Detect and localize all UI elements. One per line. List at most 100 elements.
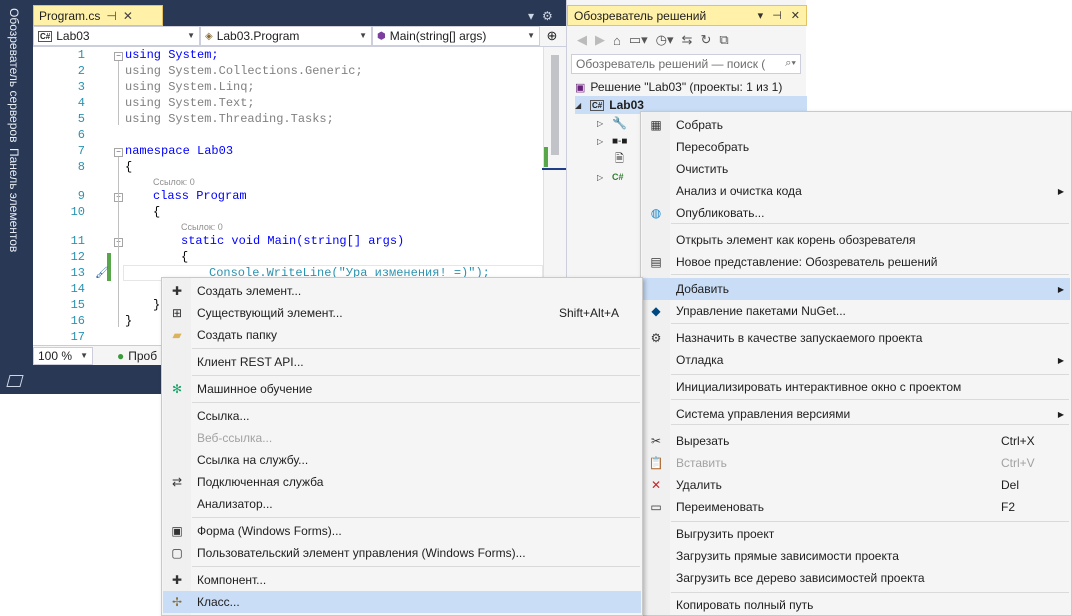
collapsed-triangle-icon[interactable]: ▷ bbox=[597, 137, 607, 146]
project-menu-item[interactable]: Копировать полный путь bbox=[642, 594, 1070, 616]
csharp-project-icon: C# bbox=[590, 99, 605, 111]
add-menu-item[interactable]: Клиент REST API... bbox=[163, 351, 641, 373]
project-menu-item-label: Загрузить все дерево зависимостей проект… bbox=[676, 571, 925, 585]
project-menu-item[interactable]: Инициализировать интерактивное окно с пр… bbox=[642, 376, 1070, 398]
project-menu-item[interactable]: Анализ и очистка кода ▶ bbox=[642, 180, 1070, 202]
forward-icon[interactable]: ▶ bbox=[595, 32, 605, 48]
scroll-thumb[interactable] bbox=[551, 55, 559, 155]
close-icon[interactable]: ✕ bbox=[123, 9, 133, 23]
member-combo[interactable]: ⬢ Main(string[] args) ▼ bbox=[372, 26, 540, 46]
issues-status-text[interactable]: Проб bbox=[128, 349, 157, 363]
project-menu-item[interactable]: ✕ Удалить Del bbox=[642, 474, 1070, 496]
add-menu-item[interactable]: Анализатор... bbox=[163, 493, 641, 515]
class-combo-value: Lab03.Program bbox=[216, 29, 300, 43]
pin-icon[interactable]: ⊣ bbox=[772, 9, 782, 22]
pin-icon[interactable]: ⊣ bbox=[106, 9, 116, 23]
add-menu-item[interactable]: ▣ Форма (Windows Forms)... bbox=[163, 520, 641, 542]
tree-references-node[interactable]: ▷ ■-■ bbox=[597, 132, 627, 150]
delete-icon: ✕ bbox=[650, 478, 662, 492]
project-menu-item[interactable]: Система управления версиями ▶ bbox=[642, 403, 1070, 425]
project-menu-item[interactable]: Загрузить прямые зависимости проекта bbox=[642, 545, 1070, 567]
add-menu-item[interactable]: Ссылка... bbox=[163, 405, 641, 427]
output-window-icon[interactable] bbox=[6, 375, 24, 387]
project-combo-value: Lab03 bbox=[56, 29, 90, 43]
project-menu-item-label: Переименовать bbox=[676, 500, 764, 514]
method-icon: ⬢ bbox=[377, 30, 386, 42]
project-menu-item[interactable]: ✂ Вырезать Ctrl+X bbox=[642, 430, 1070, 452]
history-icon[interactable]: ◷▾ bbox=[656, 32, 674, 48]
codelens-references[interactable]: Ссылок: 0 bbox=[181, 222, 223, 232]
csharp-file-icon: C# bbox=[612, 172, 624, 182]
collapsed-triangle-icon[interactable]: ▷ bbox=[597, 173, 607, 182]
chevron-down-icon[interactable]: ▾ bbox=[758, 9, 764, 22]
add-menu-item-label: Компонент... bbox=[197, 573, 267, 587]
tab-list-chevron-down-icon[interactable]: ▾ bbox=[528, 9, 534, 23]
project-menu-item[interactable]: ⚙ Назначить в качестве запускаемого проек… bbox=[642, 327, 1070, 349]
toolbox-tab[interactable]: Панель элементов bbox=[7, 148, 21, 252]
project-menu-item[interactable]: Выгрузить проект bbox=[642, 523, 1070, 545]
project-menu-item[interactable]: Пересобрать bbox=[642, 136, 1070, 158]
class-combo[interactable]: ◈ Lab03.Program ▼ bbox=[200, 26, 372, 46]
project-menu-item: 📋 Вставить Ctrl+V bbox=[642, 452, 1070, 474]
project-menu-item-shortcut: Del bbox=[1001, 478, 1020, 492]
project-menu-item[interactable]: ◆ Управление пакетами NuGet... bbox=[642, 300, 1070, 322]
project-menu-item[interactable]: ▭ Переименовать F2 bbox=[642, 496, 1070, 518]
tree-properties-node[interactable]: ▷ 🔧 bbox=[597, 114, 627, 132]
expanded-triangle-icon[interactable]: ◢ bbox=[575, 101, 585, 110]
search-icon[interactable]: ⌕▾ bbox=[785, 57, 796, 70]
solution-label: Решение "Lab03" (проекты: 1 из 1) bbox=[590, 80, 783, 94]
project-menu-item[interactable]: Добавить ▶ bbox=[642, 278, 1070, 300]
add-menu-item[interactable]: ⇄ Подключенная служба bbox=[163, 471, 641, 493]
collapse-all-icon[interactable]: ⧉ bbox=[719, 32, 728, 48]
add-menu-item[interactable]: ▢ Пользовательский элемент управления (Wi… bbox=[163, 542, 641, 564]
code-line: { bbox=[181, 250, 189, 264]
project-menu-item[interactable]: Отладка ▶ bbox=[642, 349, 1070, 371]
tree-solution-node[interactable]: ▣ Решение "Lab03" (проекты: 1 из 1) bbox=[575, 78, 782, 96]
connected-service-icon: ⇄ bbox=[171, 475, 183, 489]
split-window-icon[interactable]: ⊕ bbox=[540, 26, 564, 46]
gear-icon[interactable]: ⚙ bbox=[542, 9, 553, 23]
add-menu-item-label: Существующий элемент... bbox=[197, 306, 343, 320]
project-menu-item-label: Загрузить прямые зависимости проекта bbox=[676, 549, 899, 563]
add-menu-item[interactable]: ✻ Машинное обучение bbox=[163, 378, 641, 400]
fold-toggle[interactable]: − bbox=[114, 52, 123, 61]
caret-overview-marker bbox=[542, 168, 566, 170]
add-menu-item[interactable]: ✢ Класс... bbox=[163, 591, 641, 613]
add-menu-item-label: Форма (Windows Forms)... bbox=[197, 524, 342, 538]
project-menu-item[interactable]: Открыть элемент как корень обозревателя bbox=[642, 229, 1070, 251]
project-menu-item-label: Управление пакетами NuGet... bbox=[676, 304, 846, 318]
project-combo[interactable]: C# Lab03 ▼ bbox=[33, 26, 200, 46]
tree-config-node[interactable]: 🗎 bbox=[615, 150, 624, 168]
project-menu-item[interactable]: ▦ Собрать bbox=[642, 114, 1070, 136]
solution-search-input[interactable]: Обозреватель решений — поиск ( ⌕▾ bbox=[571, 54, 801, 74]
home-icon[interactable]: ⌂ bbox=[613, 33, 621, 48]
add-menu-item[interactable]: ▰ Создать папку bbox=[163, 324, 641, 346]
tree-program-node[interactable]: ▷ C# bbox=[597, 168, 624, 186]
collapsed-triangle-icon[interactable]: ▷ bbox=[597, 119, 607, 128]
add-menu-item[interactable]: ✚ Создать элемент... bbox=[163, 280, 641, 302]
project-menu-item[interactable]: Загрузить все дерево зависимостей проект… bbox=[642, 567, 1070, 589]
editor-tab-program-cs[interactable]: Program.cs ⊣ ✕ bbox=[33, 5, 163, 26]
refresh-icon[interactable]: ↻ bbox=[700, 32, 711, 48]
add-menu-item[interactable]: Ссылка на службу... bbox=[163, 449, 641, 471]
close-icon[interactable]: ✕ bbox=[791, 9, 800, 22]
tab-tools: ▾ ⚙ bbox=[528, 5, 564, 26]
codelens-references[interactable]: Ссылок: 0 bbox=[153, 177, 195, 187]
server-explorer-tab[interactable]: Обозреватель серверов bbox=[7, 8, 21, 142]
sync-icon[interactable]: ⇆ bbox=[682, 32, 693, 48]
quick-actions-brush-icon[interactable]: 🖌 bbox=[95, 266, 109, 279]
project-menu-item[interactable]: Очистить bbox=[642, 158, 1070, 180]
add-menu-item[interactable]: ⊞ Существующий элемент... Shift+Alt+A bbox=[163, 302, 641, 324]
project-menu-item[interactable]: ▤ Новое представление: Обозреватель решен… bbox=[642, 251, 1070, 273]
back-icon[interactable]: ◀ bbox=[577, 32, 587, 48]
add-menu-item[interactable]: ✚ Компонент... bbox=[163, 569, 641, 591]
csharp-project-icon: C# bbox=[38, 30, 53, 42]
add-menu-item-label: Пользовательский элемент управления (Win… bbox=[197, 546, 526, 560]
line-number: 4 bbox=[77, 96, 85, 110]
zoom-combo[interactable]: 100 % ▼ bbox=[33, 346, 93, 365]
project-menu-item[interactable]: ◍ Опубликовать... bbox=[642, 202, 1070, 224]
solution-explorer-title: Обозреватель решений bbox=[574, 8, 707, 23]
line-number: 14 bbox=[70, 282, 85, 296]
switch-views-icon[interactable]: ▭▾ bbox=[629, 32, 648, 48]
fold-toggle[interactable]: − bbox=[114, 148, 123, 157]
